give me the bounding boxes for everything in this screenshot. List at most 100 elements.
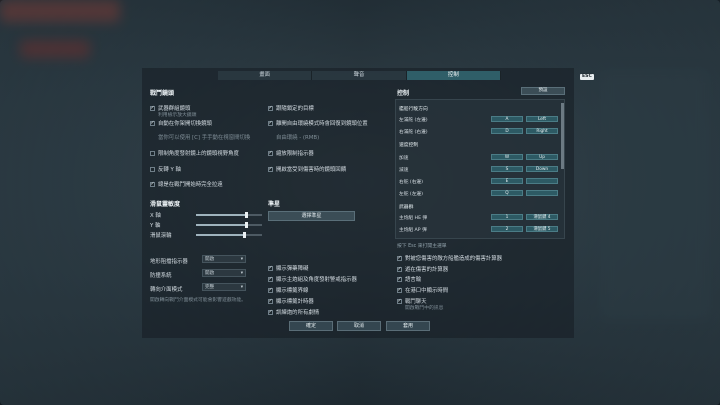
keybind-secondary[interactable]: Left — [526, 116, 558, 122]
checkbox[interactable]: ✓ — [268, 150, 273, 156]
tab-graphics[interactable]: 畫面 — [218, 71, 313, 80]
keybind-primary[interactable]: 1 — [491, 214, 523, 220]
option-label: 語言輸 — [405, 277, 422, 283]
option-invert-y[interactable]: 反轉 Y 軸 — [150, 165, 181, 173]
keybind-label: 主炮組 AP 彈 — [399, 228, 427, 233]
keybind-secondary[interactable] — [526, 178, 558, 184]
dropdown-collision-system[interactable]: 開啟 ▾ — [202, 269, 246, 277]
keybind-secondary[interactable] — [526, 190, 558, 196]
option-zoom-limit-indicator[interactable]: ✓ 縮放限制指示器 — [268, 149, 314, 157]
sensitivity-title: 滑鼠靈敏度 — [150, 201, 181, 208]
keybind-primary[interactable]: 2 — [491, 226, 523, 232]
chevron-down-icon: ▾ — [240, 270, 243, 276]
slider-fill — [196, 234, 244, 236]
slider-label-wheel: 滑鼠滾輪 — [150, 233, 172, 239]
slider-y-axis[interactable] — [196, 222, 262, 228]
cancel-button[interactable]: 取消 — [337, 321, 381, 331]
keybind-group-title: 艦船行駛方向 — [399, 107, 428, 112]
checkbox[interactable]: ✓ — [268, 309, 273, 315]
checkbox[interactable]: ✓ — [397, 298, 402, 304]
option-restore-camera[interactable]: ✓ 離開自由環繞模式時會回復到鏡頭位置 — [268, 119, 368, 127]
option-label: 顯示標籤計時器 — [276, 299, 314, 305]
dropdown-note: 開啟轉向戰鬥介面模式可能會影響遊戲效能。 — [150, 298, 246, 303]
keybind-secondary[interactable]: Right — [526, 128, 558, 134]
slider-knob[interactable] — [244, 212, 248, 218]
select-crosshair-button[interactable]: 選擇準星 — [268, 211, 355, 221]
keybind-label: 主炮組 HE 彈 — [399, 216, 428, 221]
dropdown-label-terrain: 地形阻擋指示器 — [150, 259, 188, 265]
checkbox[interactable]: ✓ — [397, 276, 402, 282]
tab-sound[interactable]: 聲音 — [312, 71, 407, 80]
option-display-4[interactable]: ✓ 訓練炮的所有劇情 — [268, 308, 319, 316]
option-misc-2[interactable]: ✓ 語言輸 — [397, 275, 421, 283]
option-misc-1[interactable]: ✓ 遊在傷害的計算器 — [397, 265, 448, 273]
slider-knob[interactable] — [242, 232, 246, 238]
option-display-2[interactable]: ✓ 顯示標籤界線 — [268, 286, 308, 294]
option-display-3[interactable]: ✓ 顯示標籤計時器 — [268, 297, 314, 305]
keybind-label: 加速 — [399, 156, 409, 161]
option-label: 反轉 Y 軸 — [158, 167, 181, 173]
keybind-primary[interactable]: W — [491, 154, 523, 160]
keybind-primary[interactable]: E — [491, 178, 523, 184]
slider-label-y: Y 軸 — [150, 223, 161, 229]
checkbox[interactable]: ✓ — [268, 105, 273, 111]
checkbox[interactable]: ✓ — [397, 287, 402, 293]
option-free-look: 自由環繞 - (RMB) — [276, 133, 319, 141]
option-display-0[interactable]: ✓ 顯示彈藥障礙 — [268, 264, 308, 272]
option-label: 離開自由環繞模式時會回復到鏡頭位置 — [276, 121, 368, 127]
tab-controls[interactable]: 控制 — [406, 71, 501, 80]
checkbox[interactable]: ✓ — [150, 181, 155, 187]
crosshair-title: 準星 — [268, 201, 281, 208]
option-follow-target[interactable]: ✓ 跟隨鎖定的目標 — [268, 104, 314, 112]
keybind-primary[interactable]: D — [491, 128, 523, 134]
checkbox[interactable]: ✓ — [268, 287, 273, 293]
dropdown-steering-mode[interactable]: 完整 ▾ — [202, 283, 246, 291]
option-label: 總是在戰鬥開始時完全拉遠 — [158, 182, 223, 188]
checkbox[interactable]: ✓ — [397, 266, 402, 272]
option-display-1[interactable]: ✓ 顯示主炮組及角度發射警戒指示器 — [268, 275, 357, 283]
keybind-primary[interactable]: A — [491, 116, 523, 122]
checkbox[interactable]: ✓ — [397, 255, 402, 261]
checkbox[interactable]: ✓ — [150, 120, 155, 126]
keybind-secondary[interactable]: Up — [526, 154, 558, 160]
checkbox[interactable]: ✓ — [268, 166, 273, 172]
esc-close-button[interactable]: ESC — [580, 74, 594, 80]
keybind-secondary[interactable]: 滑鼠鍵 5 — [526, 226, 558, 232]
option-auto-switch-camera[interactable]: ✓ 自動在你架開切換鏡頭 — [150, 119, 212, 127]
keybind-group-title: 武器群 — [399, 205, 414, 210]
checkbox[interactable]: ✓ — [268, 298, 273, 304]
checkbox[interactable]: ✓ — [268, 276, 273, 282]
slider-knob[interactable] — [244, 222, 248, 228]
apply-button[interactable]: 套用 — [386, 321, 430, 331]
preset-button[interactable]: 預設 — [521, 87, 565, 95]
option-misc-3[interactable]: ✓ 在港口中顯示時間 — [397, 286, 448, 294]
dropdown-terrain-indicator[interactable]: 開啟 ▾ — [202, 255, 246, 263]
option-misc-0[interactable]: ✓ 對被您傷害的敵方船艦造成的傷害計算器 — [397, 254, 502, 262]
slider-mouse-wheel[interactable] — [196, 232, 262, 238]
keybind-primary[interactable]: Q — [491, 190, 523, 196]
checkbox[interactable]: ✓ — [150, 105, 155, 111]
keybind-secondary[interactable]: 滑鼠鍵 4 — [526, 214, 558, 220]
keybind-scrollbar[interactable] — [561, 103, 564, 169]
option-damage-feedback[interactable]: ✓ 開啟當受到傷害時的鏡頭回饋 — [268, 165, 346, 173]
option-zoom-out-start[interactable]: ✓ 總是在戰鬥開始時完全拉遠 — [150, 180, 223, 188]
keybind-secondary[interactable]: Down — [526, 166, 558, 172]
option-limit-angle[interactable]: 限制角度發射鏡上的鏡頭視野角度 — [150, 149, 239, 157]
keybind-panel[interactable]: 艦船行駛方向 左滿舵 (左邊) A Left 右滿舵 (右邊) D Right … — [395, 99, 565, 239]
chevron-down-icon: ▾ — [240, 256, 243, 262]
option-subtext: 開啟戰鬥中的訊息 — [405, 306, 444, 311]
keybind-label: 右滿舵 (右邊) — [399, 130, 428, 135]
option-label: 顯示標籤界線 — [276, 288, 309, 294]
keybind-primary[interactable]: S — [491, 166, 523, 172]
controls-title: 控制 — [397, 90, 410, 97]
option-manual-switch: 當你可以使用 [C] 手手動在視窗間切換 — [158, 133, 250, 141]
slider-label-x: X 軸 — [150, 213, 161, 219]
chevron-down-icon: ▾ — [240, 284, 243, 290]
keybind-label: 右舵 (右邊) — [399, 180, 423, 185]
checkbox[interactable] — [150, 166, 155, 172]
checkbox[interactable]: ✓ — [268, 120, 273, 126]
checkbox[interactable]: ✓ — [268, 265, 273, 271]
checkbox[interactable] — [150, 150, 155, 156]
slider-x-axis[interactable] — [196, 212, 262, 218]
confirm-button[interactable]: 確定 — [289, 321, 333, 331]
